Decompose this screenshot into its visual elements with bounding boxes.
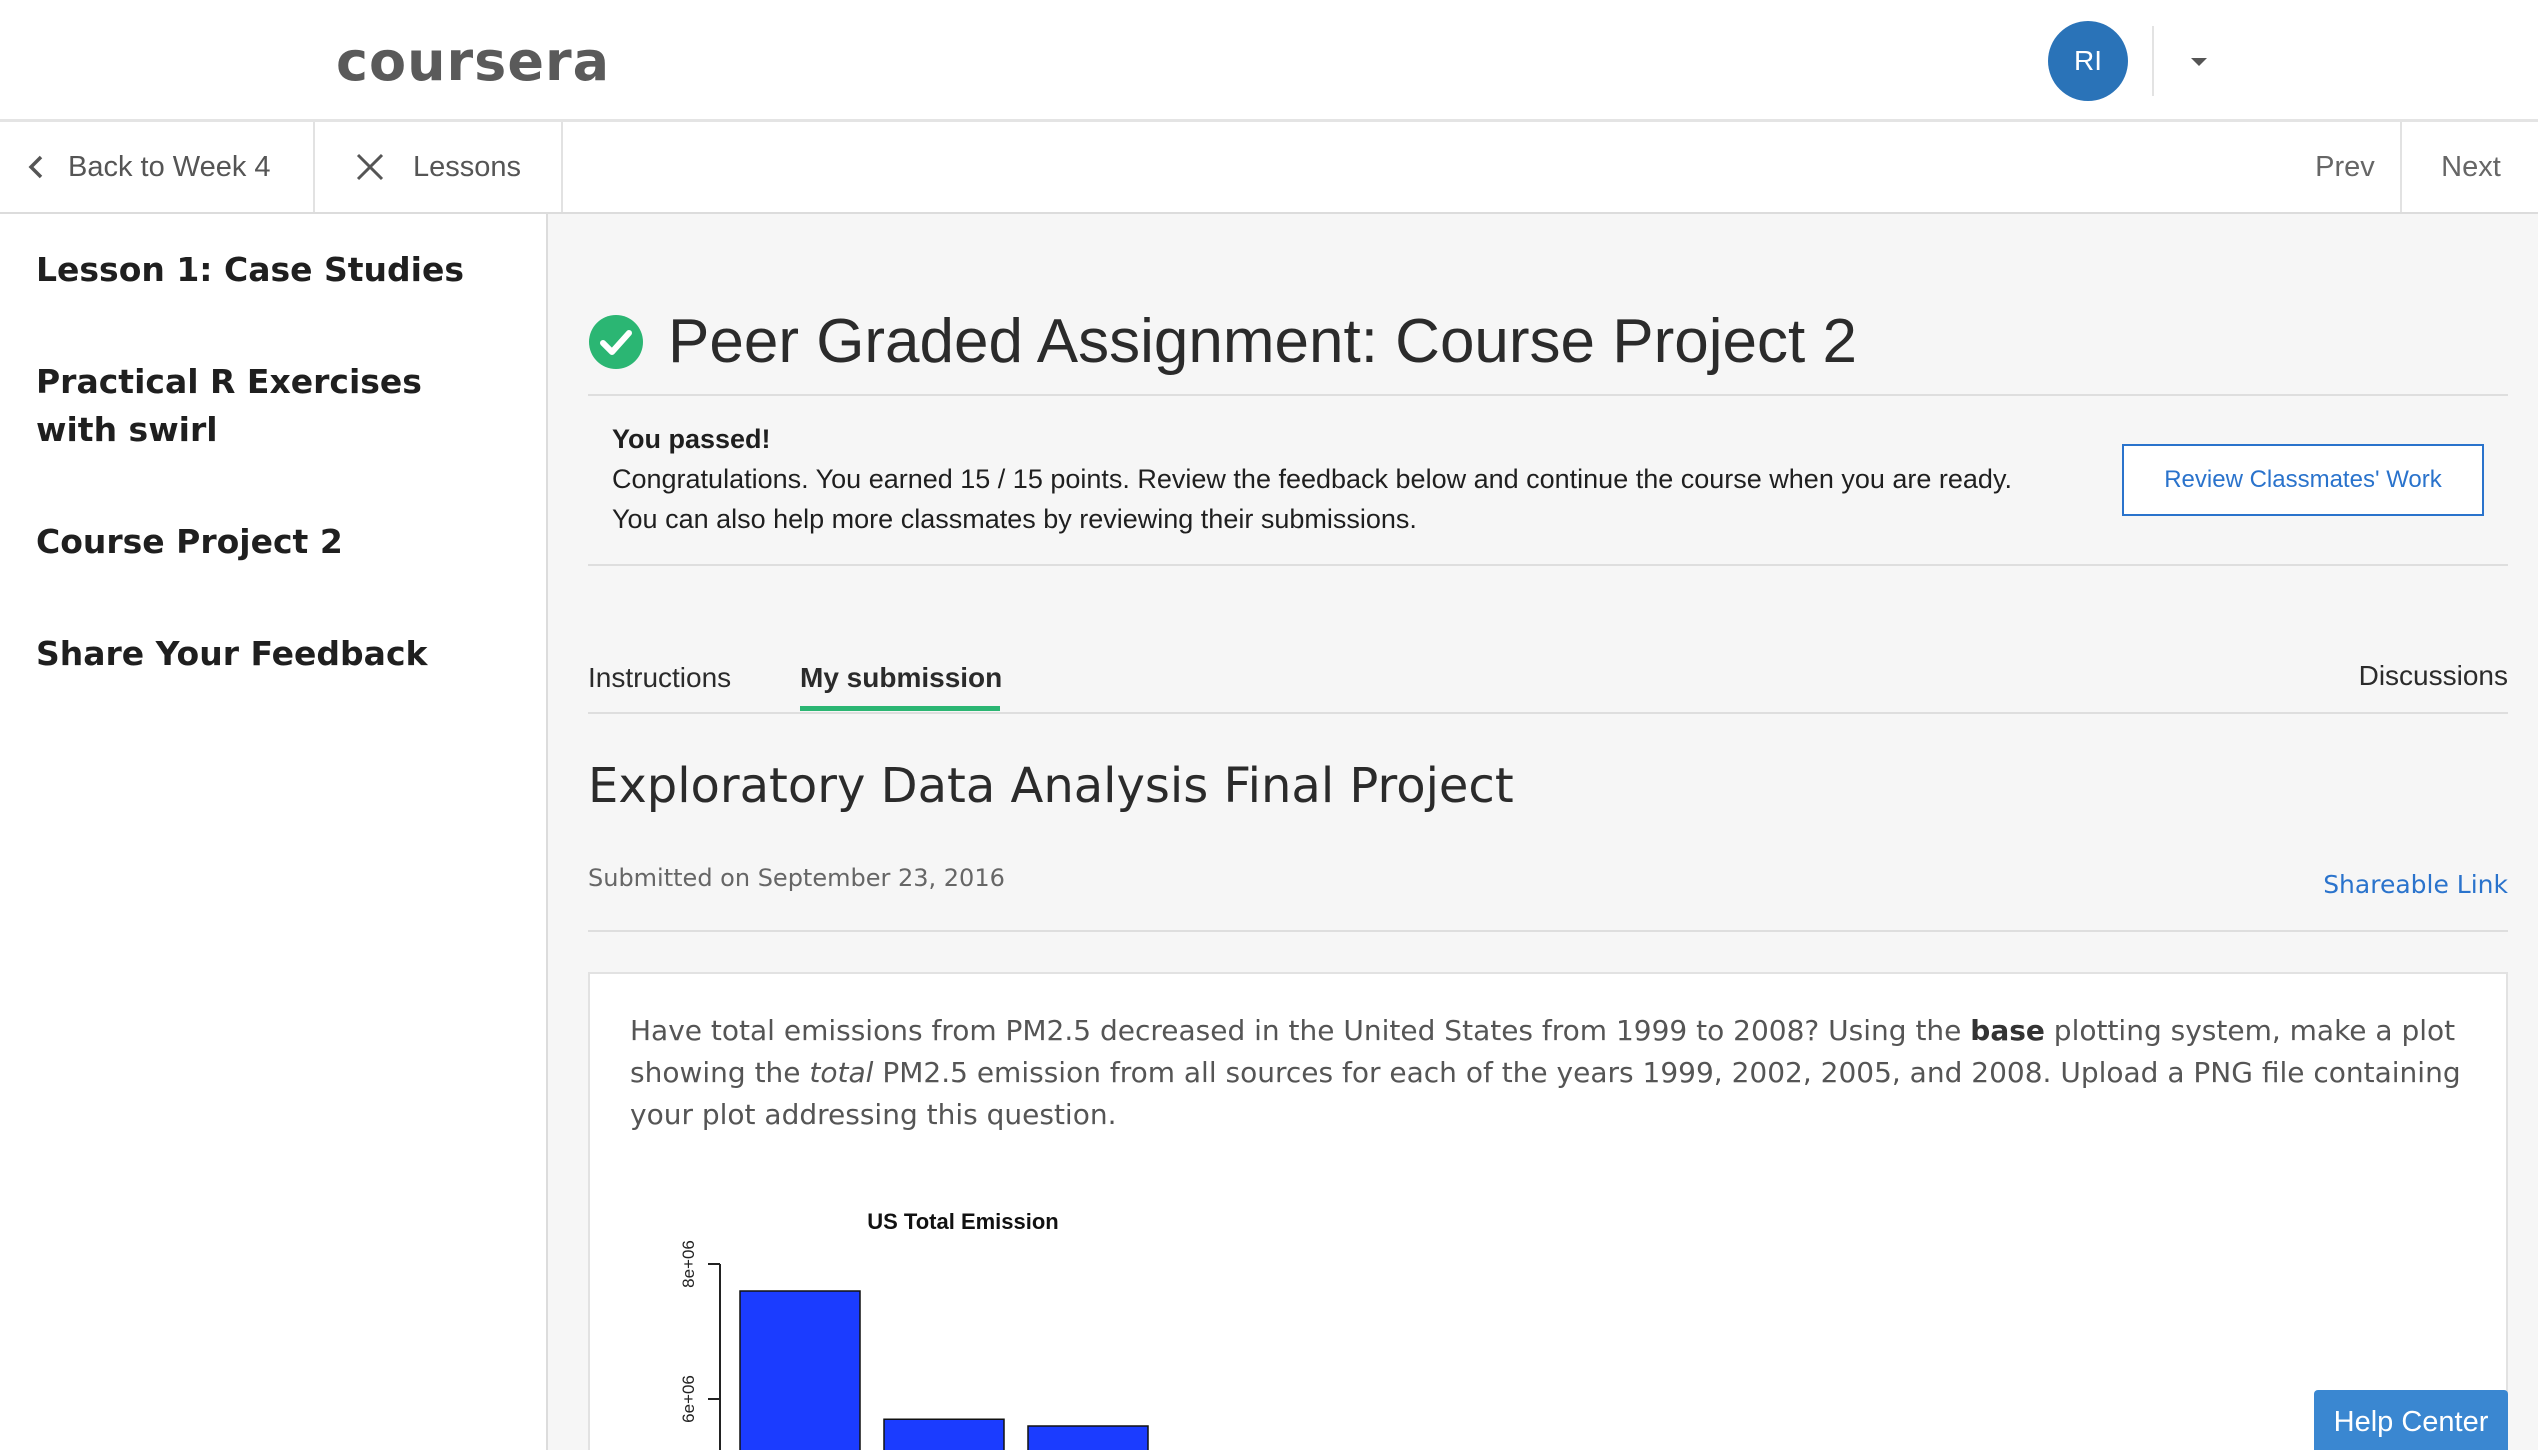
tabs-divider	[588, 712, 2508, 714]
title-divider	[588, 394, 2508, 396]
sidebar-item-share-feedback[interactable]: Share Your Feedback	[36, 630, 496, 678]
header-divider	[2152, 26, 2154, 96]
top-header: coursera RI	[0, 0, 2538, 122]
submitted-date: Submitted on September 23, 2016	[588, 864, 1005, 892]
chart-bar	[1027, 1425, 1149, 1450]
shareable-link[interactable]: Shareable Link	[2323, 870, 2508, 899]
question-italic-total: total	[809, 1056, 874, 1089]
sidebar-item-course-project-2[interactable]: Course Project 2	[36, 518, 496, 566]
lessons-toggle-button[interactable]: Lessons	[315, 122, 563, 212]
emission-bar-chart: US Total Emission 8e+06 6e+06	[679, 1209, 1149, 1450]
question-text-part: PM2.5 emission from all sources for each…	[630, 1056, 2461, 1131]
account-dropdown-caret-icon[interactable]	[2191, 58, 2207, 66]
help-center-button[interactable]: Help Center	[2314, 1390, 2508, 1450]
lesson-navbar: Back to Week 4 Lessons Prev Next	[0, 122, 2538, 214]
tab-instructions[interactable]: Instructions	[588, 662, 731, 694]
chart-title: US Total Emission	[867, 1209, 1059, 1234]
chart-bar	[883, 1418, 1005, 1450]
check-circle-icon	[589, 315, 643, 369]
lesson-sidebar: Lesson 1: Case Studies Practical R Exerc…	[0, 214, 548, 1450]
next-button[interactable]: Next	[2404, 122, 2538, 212]
tab-discussions[interactable]: Discussions	[2359, 660, 2508, 692]
chart-bar	[739, 1290, 861, 1450]
question-text: Have total emissions from PM2.5 decrease…	[630, 1010, 2480, 1136]
question-text-part: Have total emissions from PM2.5 decrease…	[630, 1014, 1971, 1047]
status-divider	[588, 564, 2508, 566]
chart-y-tick-label: 8e+06	[679, 1240, 698, 1288]
submission-divider	[588, 930, 2508, 932]
review-classmates-work-button[interactable]: Review Classmates' Work	[2122, 444, 2484, 516]
passed-message: Congratulations. You earned 15 / 15 poin…	[612, 464, 2012, 494]
submission-card: Have total emissions from PM2.5 decrease…	[588, 972, 2508, 1450]
prev-button[interactable]: Prev	[2290, 122, 2402, 212]
chart-y-tick-label: 6e+06	[679, 1375, 698, 1423]
coursera-logo[interactable]: coursera	[336, 30, 610, 93]
page-title: Peer Graded Assignment: Course Project 2	[668, 307, 1857, 376]
submission-title: Exploratory Data Analysis Final Project	[588, 758, 1514, 814]
passed-message-secondary: You can also help more classmates by rev…	[612, 504, 1417, 534]
back-to-week-button[interactable]: Back to Week 4	[0, 122, 315, 212]
main-content: Peer Graded Assignment: Course Project 2…	[548, 214, 2538, 1450]
tab-my-submission[interactable]: My submission	[800, 662, 1002, 694]
avatar[interactable]: RI	[2048, 21, 2128, 101]
lessons-label: Lessons	[413, 150, 522, 183]
question-bold-base: base	[1970, 1014, 2045, 1047]
chevron-left-icon	[28, 155, 43, 179]
passed-heading: You passed!	[612, 424, 771, 454]
sidebar-item-practical-r[interactable]: Practical R Exercises with swirl	[36, 358, 476, 454]
sidebar-item-lesson-1[interactable]: Lesson 1: Case Studies	[36, 246, 496, 294]
active-tab-indicator	[800, 706, 1000, 711]
close-icon	[356, 153, 384, 181]
back-to-week-label: Back to Week 4	[68, 150, 271, 183]
